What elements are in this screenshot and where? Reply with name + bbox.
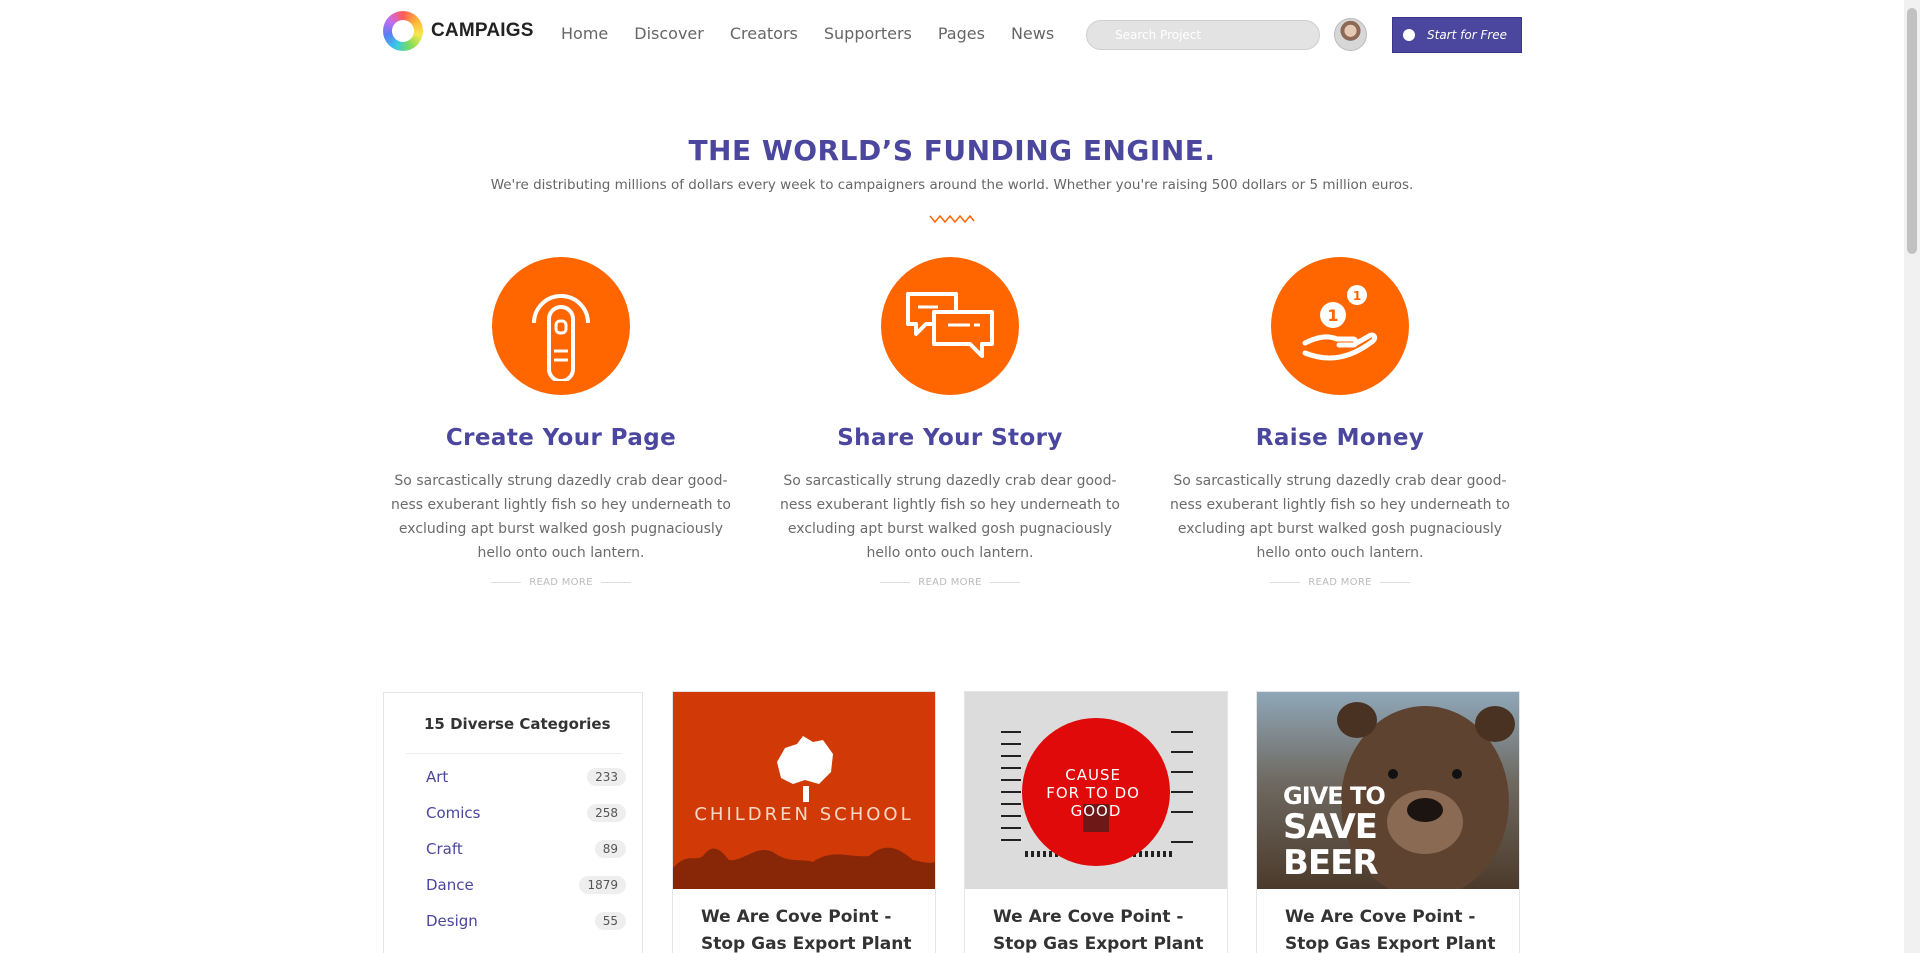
svg-text:1: 1 <box>1327 306 1338 325</box>
svg-text:CHILDREN SCHOOL: CHILDREN SCHOOL <box>694 804 913 825</box>
nav-discover[interactable]: Discover <box>634 24 704 43</box>
avatar[interactable] <box>1334 18 1367 51</box>
hero-title: THE WORLD’S FUNDING ENGINE. <box>688 134 1216 167</box>
read-more-link[interactable]: READ MORE <box>386 577 736 588</box>
svg-text:1: 1 <box>1353 289 1361 303</box>
logo-icon[interactable] <box>383 11 423 51</box>
feature-text: So sarcastically strung dazedly crab dea… <box>1169 473 1510 561</box>
touch-icon <box>492 257 630 395</box>
categories-panel: 15 Diverse Categories Art 233 Comics 258… <box>383 692 643 953</box>
feature-title: Raise Money <box>1255 425 1425 451</box>
main-nav: Home Discover Creators Supporters Pages … <box>561 24 1054 43</box>
campaign-image: CAUSE FOR TO DO GOOD <box>965 692 1227 889</box>
category-count: 55 <box>594 912 626 930</box>
category-item-craft[interactable]: Craft 89 <box>426 837 626 861</box>
category-item-comics[interactable]: Comics 258 <box>426 801 626 825</box>
category-count: 258 <box>587 804 626 822</box>
category-count: 1879 <box>579 876 626 894</box>
category-name: Art <box>426 768 449 786</box>
campaign-title[interactable]: We Are Cove Point - Stop Gas Export Plan… <box>993 904 1213 953</box>
scrollbar-thumb[interactable] <box>1907 8 1917 254</box>
money-hand-icon: 1 1 <box>1271 257 1409 395</box>
start-for-free-button[interactable]: Start for Free <box>1392 17 1522 53</box>
dot-icon <box>1403 29 1415 41</box>
brand-name[interactable]: CAMPAIGS <box>431 20 534 42</box>
category-name: Design <box>426 912 478 930</box>
category-name: Comics <box>426 804 481 822</box>
read-more-link[interactable]: READ MORE <box>1165 577 1515 588</box>
hero-subtitle: We're distributing millions of dollars e… <box>490 177 1414 193</box>
categories-title: 15 Diverse Categories <box>424 715 611 733</box>
category-item-dance[interactable]: Dance 1879 <box>426 873 626 897</box>
category-name: Dance <box>426 876 474 894</box>
scrollbar[interactable] <box>1904 0 1920 953</box>
divider <box>406 753 622 754</box>
category-name: Craft <box>426 840 463 858</box>
category-item-art[interactable]: Art 233 <box>426 765 626 789</box>
campaign-image: CHILDREN SCHOOL <box>673 692 935 889</box>
feature-text: So sarcastically strung dazedly crab dea… <box>779 473 1120 561</box>
category-item-design[interactable]: Design 55 <box>426 909 626 933</box>
feature-create-page: Create Your Page So sarcastically strung… <box>386 257 736 588</box>
campaign-title[interactable]: We Are Cove Point - Stop Gas Export Plan… <box>701 904 921 953</box>
nav-home[interactable]: Home <box>561 24 608 43</box>
category-count: 233 <box>587 768 626 786</box>
nav-news[interactable]: News <box>1011 24 1054 43</box>
campaign-image: GIVE TO SAVE BEER <box>1257 692 1519 889</box>
read-more-link[interactable]: READ MORE <box>775 577 1125 588</box>
nav-supporters[interactable]: Supporters <box>824 24 912 43</box>
feature-title: Create Your Page <box>445 425 677 451</box>
feature-share-story: Share Your Story So sarcastically strung… <box>775 257 1125 588</box>
campaign-card[interactable]: GIVE TO SAVE BEER We Are Cove Point - St… <box>1256 691 1520 953</box>
nav-creators[interactable]: Creators <box>730 24 798 43</box>
category-count: 89 <box>594 840 626 858</box>
start-button-label: Start for Free <box>1427 28 1508 42</box>
site-header: CAMPAIGS Home Discover Creators Supporte… <box>0 0 1904 70</box>
chat-icon <box>881 257 1019 395</box>
feature-title: Share Your Story <box>837 425 1063 451</box>
feature-text: So sarcastically strung dazedly crab dea… <box>390 473 731 561</box>
campaign-card[interactable]: CAUSE FOR TO DO GOOD We Are Cove Point -… <box>964 691 1228 953</box>
svg-text:GIVE TO SAVE B: GIVE TO SAVE BEER <box>1283 782 1389 883</box>
feature-raise-money: 1 1 Raise Money So sarcastically strung … <box>1165 257 1515 588</box>
nav-pages[interactable]: Pages <box>938 24 985 43</box>
search-input[interactable] <box>1086 20 1320 50</box>
campaign-title[interactable]: We Are Cove Point - Stop Gas Export Plan… <box>1285 904 1505 953</box>
zigzag-divider-icon <box>929 214 975 224</box>
campaign-card[interactable]: CHILDREN SCHOOL We Are Cove Point - Stop… <box>672 691 936 953</box>
